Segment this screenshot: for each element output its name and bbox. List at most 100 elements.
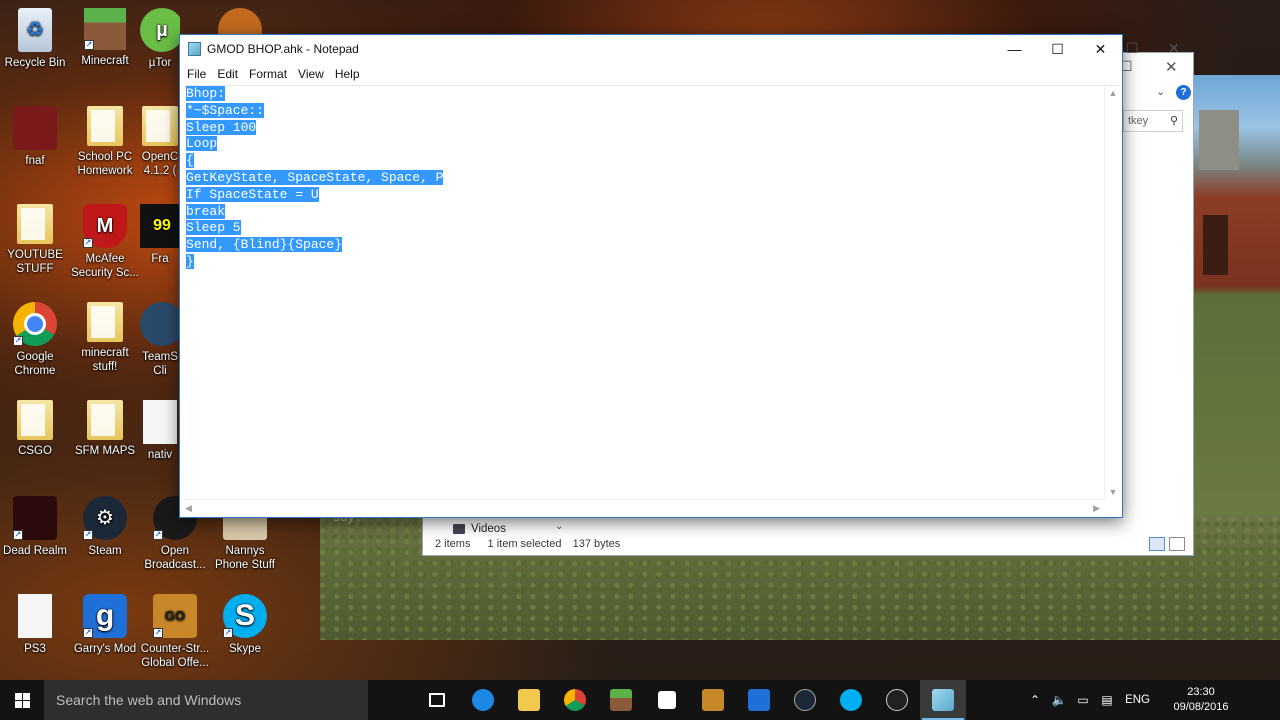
skype-icon[interactable] (828, 680, 874, 720)
desktop-icon-fnaf[interactable]: fnaf (0, 106, 70, 168)
desktop-icon-youtube-stuff[interactable]: YOUTUBE STUFF (0, 204, 70, 276)
desktop-icon-minecraft-stuff[interactable]: minecraft stuff! (70, 302, 140, 374)
steam-icon[interactable] (782, 680, 828, 720)
mcafee-icon: M ↗ (83, 204, 127, 248)
desktop-icon-mcafee[interactable]: M ↗ McAfee Security Sc... (70, 204, 140, 280)
notepad-icon[interactable] (920, 680, 966, 720)
file-explorer-icon[interactable] (506, 680, 552, 720)
chevron-down-icon[interactable]: ⌄ (1156, 85, 1165, 98)
search-input[interactable]: tkey ⚲ (1123, 110, 1183, 132)
clock[interactable]: 23:30 09/08/2016 (1164, 685, 1238, 715)
volume-icon[interactable]: 🔈 (1047, 693, 1071, 707)
text-line: Loop (186, 136, 218, 152)
menu-view[interactable]: View (298, 67, 324, 81)
close-icon[interactable]: ✕ (1168, 40, 1180, 57)
scroll-down-icon[interactable]: ▼ (1105, 487, 1121, 497)
desktop-icon-teamspeak[interactable]: TeamS Cli (140, 302, 180, 378)
menu-format[interactable]: Format (249, 67, 287, 81)
minimize-button[interactable]: — (993, 35, 1036, 63)
utorrent-icon: µ (140, 8, 180, 52)
vertical-scrollbar[interactable]: ▲ ▼ (1104, 86, 1120, 499)
menu-bar: File Edit Format View Help (180, 63, 1122, 85)
minecraft-icon[interactable] (598, 680, 644, 720)
menu-file[interactable]: File (187, 67, 206, 81)
maximize-icon[interactable]: ☐ (1126, 40, 1139, 57)
chevron-up-icon[interactable]: ⌃ (1023, 693, 1047, 707)
help-icon[interactable]: ? (1176, 85, 1191, 100)
view-toggle (1149, 537, 1185, 551)
windows-logo-icon (14, 692, 30, 708)
desktop-icon-openc[interactable]: OpenC 4.1.2 ( (140, 106, 180, 178)
desktop-icon-sfm-maps[interactable]: SFM MAPS (70, 400, 140, 458)
start-button[interactable] (0, 680, 44, 720)
menu-edit[interactable]: Edit (217, 67, 238, 81)
garrys-mod-icon: g ↗ (83, 594, 127, 638)
file-icon (143, 400, 177, 444)
menu-help[interactable]: Help (335, 67, 360, 81)
desktop-icon-minecraft[interactable]: ↗ Minecraft (70, 8, 140, 68)
taskbar-apps (414, 680, 966, 720)
teamspeak-icon (140, 302, 180, 346)
text-line: GetKeyState, SpaceState, Space, P (186, 169, 444, 185)
desktop-icon-school-pc-homework[interactable]: School PC Homework (70, 106, 140, 178)
minecraft-icon: ↗ (84, 8, 126, 50)
close-icon[interactable]: ✕ (1165, 58, 1178, 76)
text-line: } (186, 253, 194, 269)
csgo-icon: GO ↗ (153, 594, 197, 638)
taskbar-search-input[interactable]: Search the web and Windows (44, 680, 368, 720)
horizontal-scrollbar[interactable]: ◀ ▶ (182, 499, 1104, 515)
desktop-icon-dead-realm[interactable]: ↗ Dead Realm (0, 496, 70, 558)
csgo-icon[interactable] (690, 680, 736, 720)
details-view-button[interactable] (1149, 537, 1165, 551)
text-line: Bhop: (186, 86, 226, 101)
scroll-up-icon[interactable]: ▲ (1105, 88, 1121, 98)
status-bar: 2 items 1 item selected 137 bytes (435, 538, 621, 550)
text-line: Sleep 5 (186, 220, 241, 236)
text-line: If SpaceState = U (186, 186, 319, 202)
editor-content[interactable]: Bhop: *~$Space:: Sleep 100 Loop { GetKey… (186, 86, 1104, 499)
chrome-icon: ↗ (13, 302, 57, 346)
scroll-left-icon[interactable]: ◀ (185, 500, 192, 516)
text-line: Sleep 100 (186, 119, 257, 135)
chevron-down-icon[interactable]: ⌄ (555, 521, 563, 532)
folder-icon (17, 400, 53, 440)
scroll-right-icon[interactable]: ▶ (1093, 500, 1100, 516)
desktop-icon-ps3[interactable]: PS3 (0, 594, 70, 656)
file-icon (18, 594, 52, 638)
chrome-icon[interactable] (552, 680, 598, 720)
notepad-window[interactable]: GMOD BHOP.ahk - Notepad — ☐ ✕ File Edit … (179, 34, 1123, 518)
desktop-icon-utorrent[interactable]: µ µTor (140, 8, 180, 70)
recycle-bin-icon: ♻ (18, 8, 52, 52)
desktop-icon-csgo[interactable]: GO ↗ Counter-Str... Global Offe... (140, 594, 210, 670)
task-view-icon[interactable] (414, 680, 460, 720)
desktop-icon-recycle-bin[interactable]: ♻ Recycle Bin (0, 8, 70, 70)
desktop-icon-skype[interactable]: S ↗ Skype (210, 594, 280, 656)
steam-icon: ⚙ ↗ (83, 496, 127, 540)
desktop-icon-native[interactable]: nativ (140, 400, 180, 462)
edge-icon[interactable] (460, 680, 506, 720)
system-tray: ⌃ 🔈 ▭ ▤ ENG 23:30 09/08/2016 (1023, 680, 1280, 720)
garrys-mod-icon[interactable] (736, 680, 782, 720)
title-bar[interactable]: GMOD BHOP.ahk - Notepad — ☐ ✕ (180, 35, 1122, 63)
text-line: break (186, 203, 226, 219)
battery-icon[interactable]: ▭ (1071, 693, 1095, 707)
fnaf-icon (13, 106, 57, 150)
message-icon[interactable]: ▤ (1095, 693, 1119, 707)
desktop-icon-steam[interactable]: ⚙ ↗ Steam (70, 496, 140, 558)
large-icons-view-button[interactable] (1169, 537, 1185, 551)
desktop-icon-google-chrome[interactable]: ↗ Google Chrome (0, 302, 70, 378)
maximize-button[interactable]: ☐ (1036, 35, 1079, 63)
text-line: *~$Space:: (186, 102, 265, 118)
notepad-icon (188, 42, 201, 56)
desktop-icon-csgo-folder[interactable]: CSGO (0, 400, 70, 458)
desktop-icon-garrys-mod[interactable]: g ↗ Garry's Mod (70, 594, 140, 656)
desktop-icon-fraps[interactable]: 99 Fra (140, 204, 180, 266)
folder-icon (87, 302, 123, 342)
close-button[interactable]: ✕ (1079, 35, 1122, 63)
store-icon[interactable] (644, 680, 690, 720)
language-indicator[interactable]: ENG (1125, 694, 1150, 706)
skype-icon: S ↗ (223, 594, 267, 638)
folder-icon (17, 204, 53, 244)
obs-icon[interactable] (874, 680, 920, 720)
text-editor[interactable]: Bhop: *~$Space:: Sleep 100 Loop { GetKey… (182, 85, 1120, 515)
